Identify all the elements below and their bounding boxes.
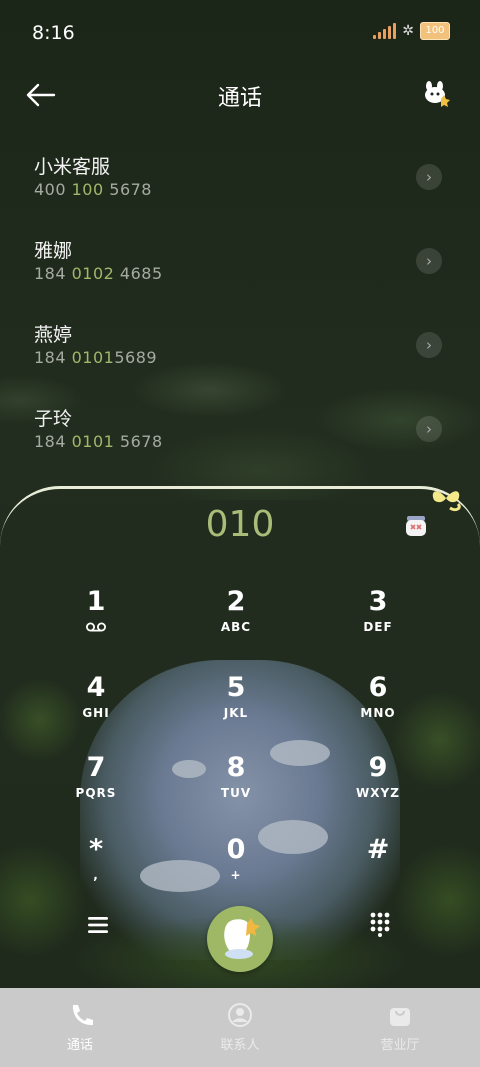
key-digit: 5 <box>226 672 246 703</box>
chevron-right-icon[interactable]: › <box>416 416 442 442</box>
nav-service-hall[interactable]: 营业厅 <box>320 988 480 1067</box>
dial-key-1[interactable]: 2 ABC <box>181 586 291 654</box>
key-letters: GHI <box>82 706 110 720</box>
dial-key-7[interactable]: 8 TUV <box>181 752 291 820</box>
key-digit: 7 <box>86 752 106 783</box>
chevron-right-icon[interactable]: › <box>416 248 442 274</box>
number-prefix: 184 <box>34 264 72 283</box>
key-letters: PQRS <box>75 786 117 800</box>
number-prefix: 184 <box>34 432 72 451</box>
phone-icon <box>72 1005 93 1026</box>
dial-key-3[interactable]: 4 GHI <box>41 672 151 740</box>
contact-number: 184 0101 5678 <box>34 432 163 451</box>
voicemail-icon <box>86 622 106 632</box>
key-digit: * <box>88 834 104 865</box>
number-prefix: 400 <box>34 180 72 199</box>
number-suffix: 5678 <box>114 432 163 451</box>
nav-service-hall-label: 营业厅 <box>380 1038 420 1053</box>
key-digit: 4 <box>86 672 106 703</box>
key-letters: , <box>93 868 99 882</box>
key-letters: MNO <box>360 706 396 720</box>
dial-key-4[interactable]: 5 JKL <box>181 672 291 740</box>
recent-calls-list: 小米客服 400 100 5678 › 雅娜 184 0102 4685 › 燕婷 184 0… <box>0 140 480 476</box>
keypad-toggle-icon[interactable] <box>368 911 392 937</box>
page-title: 通话 <box>217 86 262 111</box>
key-letters: DEF <box>363 620 393 634</box>
bottom-navigation: 通话 联系人 营业厅 <box>0 988 480 1067</box>
dialer-screen: 8:16 ✲ 100 通话 小米客服 400 100 5678 › 雅娜 184 010… <box>0 0 480 1067</box>
dial-key-5[interactable]: 6 MNO <box>323 672 433 740</box>
key-digit: 2 <box>226 586 246 617</box>
key-letters: WXYZ <box>356 786 400 800</box>
key-digit: 8 <box>226 752 246 783</box>
nav-contacts-label: 联系人 <box>220 1038 260 1053</box>
call-log-item[interactable]: 小米客服 400 100 5678 › <box>0 140 480 224</box>
cartoon-avatar-icon[interactable] <box>422 80 450 108</box>
number-suffix: 4685 <box>114 264 163 283</box>
dial-key-9[interactable]: *, <box>41 834 151 902</box>
number-match: 0102 <box>71 264 115 283</box>
chevron-right-icon[interactable]: › <box>416 164 442 190</box>
contact-number: 184 01015689 <box>34 348 157 367</box>
key-digit: 0 <box>226 834 246 865</box>
cartoon-call-icon <box>224 918 260 959</box>
contact-name: 小米客服 <box>34 156 111 178</box>
status-icons: ✲ 100 <box>373 22 450 40</box>
number-suffix: 5678 <box>103 180 152 199</box>
key-digit: 6 <box>368 672 388 703</box>
key-digit: 9 <box>368 752 388 783</box>
number-prefix: 184 <box>34 348 72 367</box>
battery-icon: 100 <box>420 22 450 40</box>
number-match: 0101 <box>71 348 115 367</box>
butterfly-icon <box>432 491 461 512</box>
key-letters: JKL <box>223 706 249 720</box>
nav-calls[interactable]: 通话 <box>0 988 160 1067</box>
menu-icon[interactable] <box>86 914 110 936</box>
call-log-item[interactable]: 燕婷 184 01015689 › <box>0 308 480 392</box>
contact-number: 184 0102 4685 <box>34 264 163 283</box>
dial-key-10[interactable]: 0 + <box>181 834 291 902</box>
key-letters: TUV <box>220 786 252 800</box>
dial-key-6[interactable]: 7 PQRS <box>41 752 151 820</box>
number-suffix: 5689 <box>114 348 158 367</box>
contacts-icon <box>228 1003 252 1027</box>
key-digit: # <box>366 834 390 865</box>
contact-name: 子玲 <box>34 408 73 430</box>
signal-icon <box>373 23 397 39</box>
dial-key-8[interactable]: 9 WXYZ <box>323 752 433 820</box>
dial-key-0[interactable]: 1 <box>41 586 151 654</box>
contact-number: 400 100 5678 <box>34 180 152 199</box>
contact-name: 雅娜 <box>34 240 73 262</box>
call-button[interactable] <box>207 906 273 972</box>
bluetooth-wifi-icon: ✲ <box>402 23 414 39</box>
dial-key-11[interactable]: # <box>323 834 433 902</box>
key-letters: + <box>230 868 242 882</box>
number-match: 0101 <box>71 432 115 451</box>
chevron-right-icon[interactable]: › <box>416 332 442 358</box>
number-match: 100 <box>71 180 104 199</box>
call-log-item[interactable]: 雅娜 184 0102 4685 › <box>0 224 480 308</box>
status-bar: 8:16 ✲ 100 <box>0 0 480 68</box>
dial-key-2[interactable]: 3 DEF <box>323 586 433 654</box>
nav-contacts[interactable]: 联系人 <box>160 988 320 1067</box>
call-log-item[interactable]: 子玲 184 0101 5678 › <box>0 392 480 476</box>
status-time: 8:16 <box>32 22 75 44</box>
shopping-bag-icon <box>390 1008 410 1026</box>
contact-name: 燕婷 <box>34 324 73 346</box>
key-letters: ABC <box>220 620 252 634</box>
nav-calls-label: 通话 <box>66 1038 93 1053</box>
key-digit: 1 <box>86 586 106 617</box>
header: 通话 <box>0 68 480 124</box>
key-digit: 3 <box>368 586 388 617</box>
